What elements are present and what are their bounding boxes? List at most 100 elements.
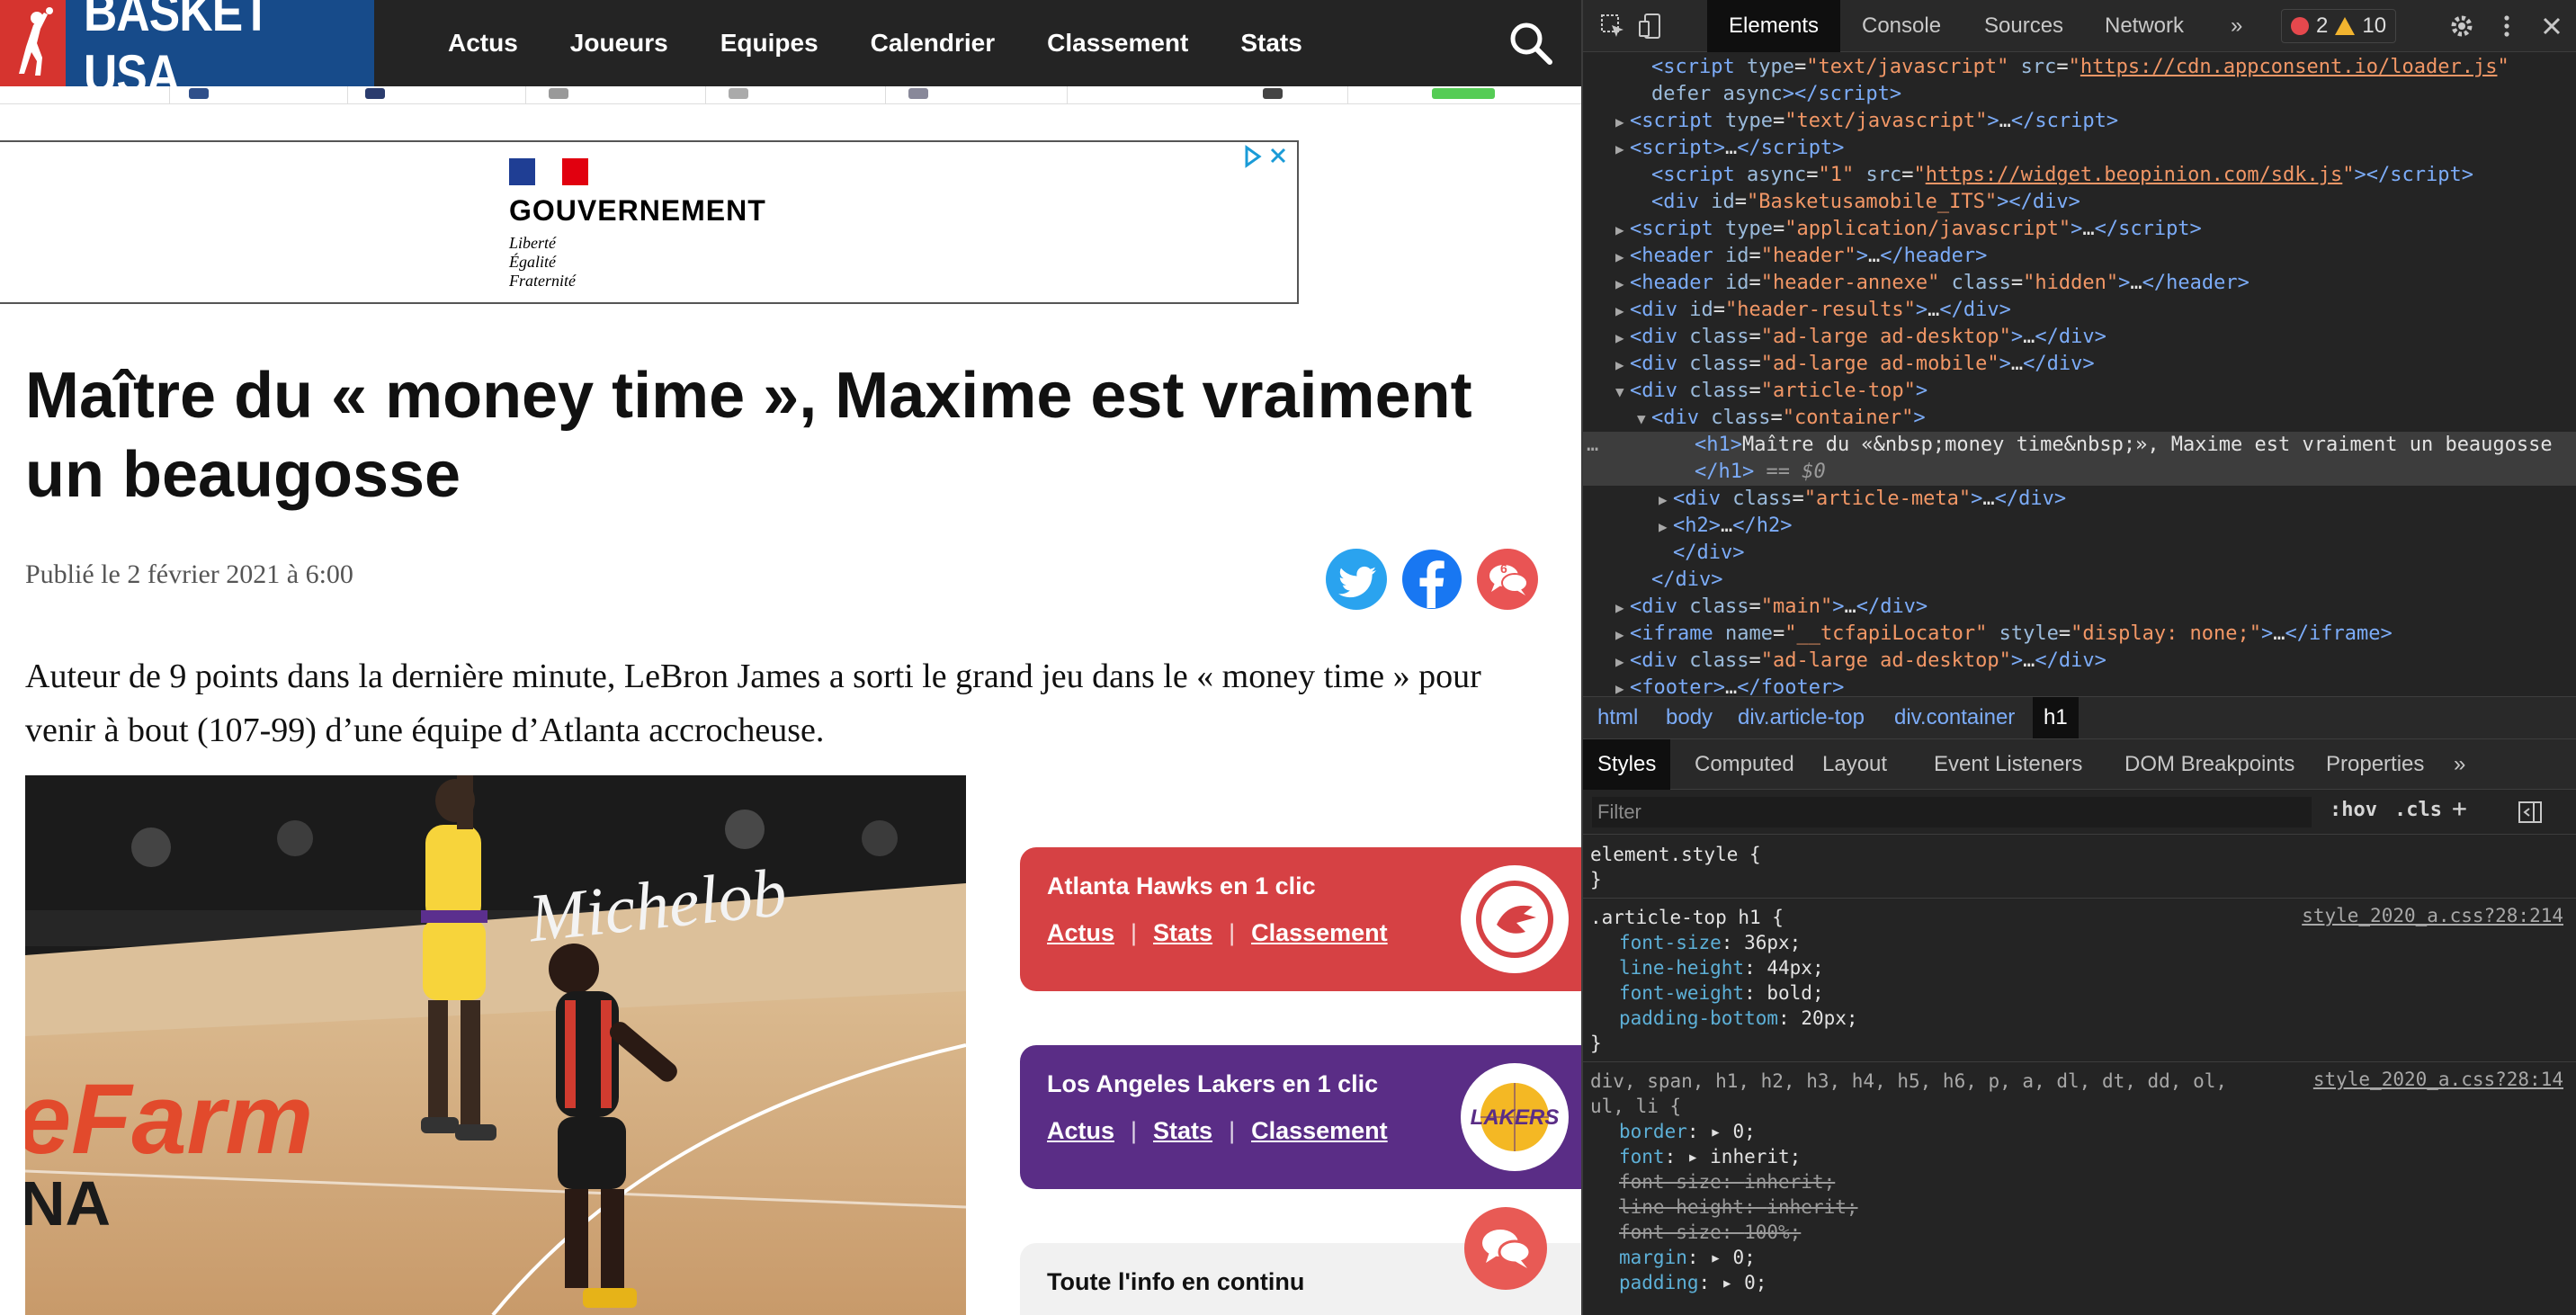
expand-arrow-icon[interactable]: ▶ — [1615, 271, 1630, 298]
css-property-name[interactable]: font-size — [1619, 1171, 1722, 1193]
crumb-body[interactable]: body — [1666, 697, 1713, 738]
css-property-value[interactable]: ▸ 0; — [1722, 1272, 1767, 1293]
dom-node-line[interactable]: ▶ <div class="main">…</div> — [1583, 594, 2576, 621]
css-property-name[interactable]: border — [1619, 1121, 1687, 1142]
css-property-name[interactable]: font-size — [1619, 1221, 1722, 1243]
element-style-selector[interactable]: element.style { — [1590, 842, 1761, 867]
tab-elements[interactable]: Elements — [1707, 0, 1841, 52]
rule2-declaration[interactable]: padding: ▸ 0; — [1619, 1270, 1767, 1295]
dom-node-line[interactable]: </div> — [1583, 540, 2576, 567]
toggle-sidebar-icon[interactable] — [2517, 799, 2544, 831]
tab-console[interactable]: Console — [1862, 0, 1941, 52]
dom-node-line[interactable]: ▶ <h2>…</h2> — [1583, 513, 2576, 540]
css-property-value[interactable]: ▸ 0; — [1710, 1121, 1756, 1142]
rule1-declaration[interactable]: padding-bottom: 20px; — [1619, 1006, 1858, 1031]
css-property-value[interactable]: inherit; — [1767, 1196, 1857, 1218]
rule2-declaration[interactable]: font: ▸ inherit; — [1619, 1144, 1801, 1169]
crumb-html[interactable]: html — [1597, 697, 1638, 738]
search-icon[interactable] — [1507, 20, 1554, 67]
css-property-name[interactable]: line-height — [1619, 1196, 1744, 1218]
expand-arrow-icon[interactable]: ▶ — [1615, 136, 1630, 163]
styles-rules-list[interactable]: element.style { } .article-top h1 { styl… — [1583, 835, 2576, 1315]
nav-item-actus[interactable]: Actus — [448, 29, 518, 58]
tab-network[interactable]: Network — [2105, 0, 2184, 52]
rule2-declaration[interactable]: font-size: 100%; — [1619, 1220, 1801, 1245]
css-property-value[interactable]: ▸ 0; — [1710, 1247, 1756, 1268]
dom-node-line[interactable]: ▶ <div class="article-meta">…</div> — [1583, 486, 2576, 513]
expand-arrow-icon[interactable]: ▶ — [1615, 244, 1630, 271]
css-property-name[interactable]: font-weight — [1619, 982, 1744, 1004]
tab-event-listeners[interactable]: Event Listeners — [1934, 739, 2082, 790]
rule2-selector-line1[interactable]: div, span, h1, h2, h3, h4, h5, h6, p, a,… — [1590, 1069, 2227, 1094]
device-toolbar-icon[interactable] — [1637, 13, 1664, 40]
dom-node-line[interactable]: ▶ <header id="header-annexe" class="hidde… — [1583, 270, 2576, 297]
dom-node-line[interactable]: ▶ <iframe name="__tcfapiLocator" style="d… — [1583, 621, 2576, 648]
dom-node-line[interactable]: ▼ <div class="container"> — [1583, 405, 2576, 432]
new-style-rule-button[interactable]: + — [2452, 793, 2467, 823]
rule2-declaration[interactable]: margin: ▸ 0; — [1619, 1245, 1756, 1270]
lakers-logo-icon[interactable]: LAKERS — [1461, 1063, 1569, 1171]
expand-arrow-icon[interactable]: ▶ — [1615, 217, 1630, 244]
nav-item-stats[interactable]: Stats — [1240, 29, 1301, 58]
styles-filter-input[interactable] — [1592, 797, 2312, 827]
site-logo[interactable]: BASKET USA — [0, 0, 374, 104]
dom-node-line[interactable]: </div> — [1583, 567, 2576, 594]
css-property-value[interactable]: 44px; — [1767, 957, 1823, 979]
close-devtools-icon[interactable] — [2538, 13, 2565, 40]
css-property-name[interactable]: font-size — [1619, 932, 1722, 953]
adchoices-close-icon[interactable] — [1241, 144, 1292, 175]
hawks-link-stats[interactable]: Stats — [1153, 919, 1212, 947]
tab-styles[interactable]: Styles — [1583, 739, 1671, 790]
dom-node-line[interactable]: ▶ <script type="application/javascript">…… — [1583, 216, 2576, 243]
facebook-share-icon[interactable] — [1401, 549, 1462, 610]
expand-arrow-icon[interactable]: ▶ — [1615, 298, 1630, 325]
nav-item-classement[interactable]: Classement — [1047, 29, 1188, 58]
css-property-value[interactable]: bold; — [1767, 982, 1823, 1004]
tab-sources[interactable]: Sources — [1984, 0, 2063, 52]
dom-node-line[interactable]: ▶ <script type="text/javascript">…</scrip… — [1583, 108, 2576, 135]
hawks-logo-icon[interactable] — [1461, 865, 1569, 973]
nav-item-joueurs[interactable]: Joueurs — [570, 29, 668, 58]
rule2-source-link[interactable]: style_2020_a.css?28:14 — [2313, 1069, 2563, 1090]
dom-node-line[interactable]: <div id="Basketusamobile_ITS"></div> — [1583, 189, 2576, 216]
tabs-overflow-chevron[interactable]: » — [2231, 0, 2242, 52]
rule1-declaration[interactable]: line-height: 44px; — [1619, 955, 1824, 980]
dom-node-line[interactable]: <script async="1" src="https://widget.be… — [1583, 162, 2576, 189]
lakers-link-classement[interactable]: Classement — [1251, 1117, 1388, 1145]
rule2-declaration[interactable]: font-size: inherit; — [1619, 1169, 1835, 1194]
expand-arrow-icon[interactable]: ▼ — [1637, 406, 1651, 433]
lakers-link-stats[interactable]: Stats — [1153, 1117, 1212, 1145]
dom-node-line[interactable]: <h1>Maître du «&nbsp;money time&nbsp;», … — [1583, 432, 2576, 459]
comments-icon[interactable]: 6 — [1477, 549, 1538, 610]
dom-node-line[interactable]: </h1> == $0 — [1583, 459, 2576, 486]
css-property-value[interactable]: 20px; — [1801, 1007, 1857, 1029]
css-property-name[interactable]: line-height — [1619, 957, 1744, 979]
expand-arrow-icon[interactable]: ▶ — [1615, 109, 1630, 136]
lakers-link-actus[interactable]: Actus — [1047, 1117, 1114, 1145]
dom-node-line[interactable]: ▶ <div class="ad-large ad-desktop">…</div… — [1583, 324, 2576, 351]
rule1-declaration[interactable]: font-size: 36px; — [1619, 930, 1801, 955]
expand-arrow-icon[interactable]: ▶ — [1615, 649, 1630, 675]
crumb-div-container[interactable]: div.container — [1894, 697, 2015, 738]
rule1-source-link[interactable]: style_2020_a.css?28:214 — [2302, 905, 2563, 926]
node-actions-ellipsis[interactable]: … — [1587, 432, 1598, 459]
css-property-value[interactable]: inherit; — [1744, 1171, 1835, 1193]
tab-computed[interactable]: Computed — [1695, 739, 1794, 790]
crumb-h1[interactable]: h1 — [2033, 697, 2079, 738]
expand-arrow-icon[interactable]: ▶ — [1615, 352, 1630, 379]
dom-node-line[interactable]: ▶ <footer>…</footer> — [1583, 675, 2576, 696]
css-property-name[interactable]: margin — [1619, 1247, 1687, 1268]
more-options-icon[interactable] — [2493, 13, 2520, 40]
dom-node-line[interactable]: ▶ <header id="header">…</header> — [1583, 243, 2576, 270]
expand-arrow-icon[interactable]: ▶ — [1615, 675, 1630, 696]
rule1-selector[interactable]: .article-top h1 { — [1590, 905, 1784, 930]
dom-node-line[interactable]: ▶ <div class="ad-large ad-desktop">…</div… — [1583, 648, 2576, 675]
scores-strip[interactable] — [0, 86, 1581, 104]
nav-item-equipes[interactable]: Equipes — [720, 29, 818, 58]
rule2-declaration[interactable]: line-height: inherit; — [1619, 1194, 1858, 1220]
rule2-selector-line2[interactable]: ul, li { — [1590, 1094, 1681, 1119]
article-photo[interactable]: Michelob eFarm NA — [25, 775, 966, 1315]
rule2-declaration[interactable]: border: ▸ 0; — [1619, 1119, 1756, 1144]
css-property-name[interactable]: font — [1619, 1146, 1665, 1167]
hawks-link-actus[interactable]: Actus — [1047, 919, 1114, 947]
